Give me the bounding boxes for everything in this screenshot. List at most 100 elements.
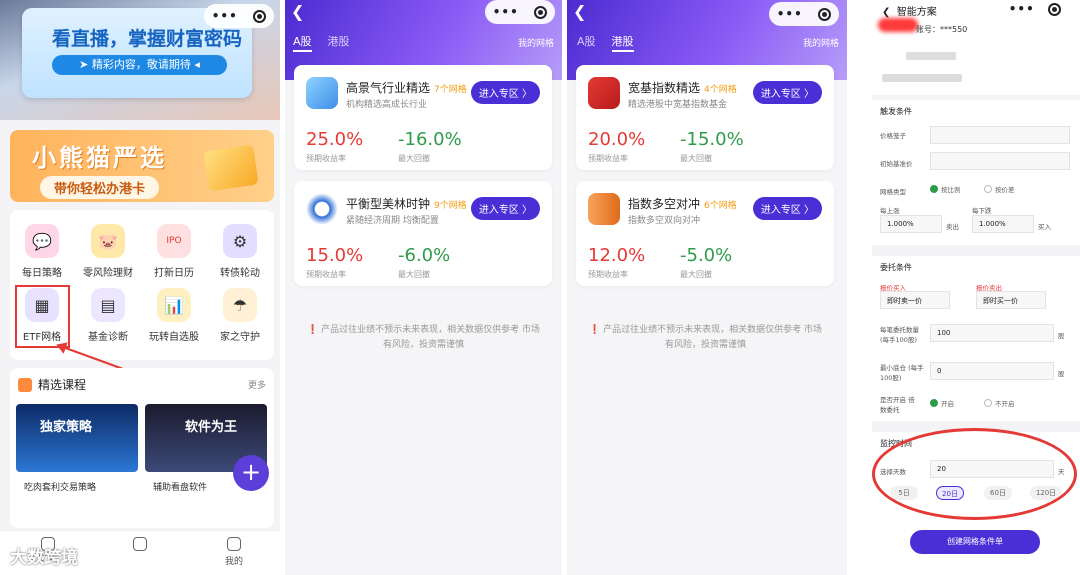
grid-type-label: 网格类型 xyxy=(880,188,906,196)
back-icon[interactable]: ❮ xyxy=(882,7,890,18)
chat-icon: 💬 xyxy=(25,224,59,258)
tab-mine[interactable]: 我的 xyxy=(214,537,254,567)
more-icon[interactable]: ••• xyxy=(212,9,238,23)
grid-item-convertible-rotation[interactable]: ⚙ 转债轮动 xyxy=(210,224,270,279)
strategy-name-text: 指数多空对冲 xyxy=(628,197,701,211)
redacted-name xyxy=(878,18,918,32)
tab-play[interactable] xyxy=(120,537,160,554)
my-grid-link[interactable]: 我的网格 xyxy=(803,36,839,49)
grid-count: 9个网格 xyxy=(434,201,467,211)
buy-price-select[interactable]: 即时卖一价 xyxy=(880,291,950,309)
risk-disclaimer: ❗ 产品过往业绩不预示未来表现，相关数据仅供参考 市场有风险，投资需谨慎 xyxy=(589,325,822,350)
blurred-info xyxy=(882,74,962,82)
tab-a-share[interactable]: A股 xyxy=(577,35,596,48)
chart-icon: 📊 xyxy=(157,288,191,322)
grid-item-label: 转债轮动 xyxy=(220,268,260,279)
rise-input[interactable]: 1.000% xyxy=(880,215,942,233)
close-target-icon[interactable] xyxy=(1048,2,1062,16)
grid-item-fund-diagnosis[interactable]: ▤ 基金诊断 xyxy=(78,288,138,343)
grid-item-daily-strategy[interactable]: 💬 每日策略 xyxy=(12,224,72,279)
back-icon[interactable]: ❮ xyxy=(573,2,586,21)
init-price-input[interactable] xyxy=(930,152,1070,170)
grid-count: 4个网格 xyxy=(704,85,737,95)
enter-zone-button[interactable]: 进入专区 〉 xyxy=(470,197,540,220)
strategy-name: 高景气行业精选 7个网格 xyxy=(346,79,467,96)
radio-by-spread[interactable]: 按价差 xyxy=(984,184,1015,194)
grid-item-label: 基金诊断 xyxy=(88,332,128,343)
smart-plan-panel: ❮ 智能方案 ••• 账号：***550 触发条件 价格笼子 初始基准价 网格类… xyxy=(872,0,1080,575)
trigger-section: 触发条件 价格笼子 初始基准价 网格类型 按比例 按价差 每上涨 每下跌 1.0… xyxy=(872,100,1080,245)
firework-logo-icon xyxy=(588,77,620,109)
strategy-card[interactable]: 平衡型美林时钟 9个网格 紧随经济周期 均衡配置 进入专区 〉 15.0% -6.… xyxy=(294,181,552,286)
price-cage-label: 价格笼子 xyxy=(880,132,906,140)
enter-zone-button[interactable]: 进入专区 〉 xyxy=(752,197,822,220)
course-card-1[interactable]: 独家策略 xyxy=(16,404,138,472)
expected-return-label: 预期收益率 xyxy=(306,270,346,279)
max-drawdown-label: 最大回撤 xyxy=(680,154,712,163)
account-number: 账号：***550 xyxy=(916,25,968,34)
price-cage-input[interactable] xyxy=(930,126,1070,144)
ipo-icon: IPO xyxy=(157,224,191,258)
more-icon[interactable]: ••• xyxy=(1009,2,1035,16)
grid-item-ipo-calendar[interactable]: IPO 打新日历 xyxy=(144,224,204,279)
strategy-name-text: 高景气行业精选 xyxy=(346,81,431,95)
qty-unit: 股 xyxy=(1058,332,1065,340)
risk-disclaimer: ❗ 产品过往业绩不预示未来表现，相关数据仅供参考 市场有风险，投资需谨慎 xyxy=(307,325,540,350)
grid-item-zero-risk[interactable]: 🐷 零风险理财 xyxy=(78,224,138,279)
bar-chart-logo-icon xyxy=(588,193,620,225)
close-target-icon[interactable] xyxy=(818,7,832,21)
tab-hk-share[interactable]: 港股 xyxy=(611,35,634,52)
mini-program-capsule[interactable]: ••• xyxy=(1002,0,1068,20)
fall-input[interactable]: 1.000% xyxy=(972,215,1034,233)
qty-input[interactable]: 100 xyxy=(930,324,1054,342)
banner-subtitle: ➤ 精彩内容，敬请期待 ◂ xyxy=(52,55,227,75)
mini-program-capsule[interactable]: ••• xyxy=(485,0,555,24)
add-button[interactable]: + xyxy=(233,455,269,491)
strategy-name-text: 宽基指数精选 xyxy=(628,81,701,95)
more-icon[interactable]: ••• xyxy=(493,5,519,19)
expected-return: 20.0% xyxy=(588,129,646,150)
tab-mine-label: 我的 xyxy=(224,557,243,567)
expected-return-label: 预期收益率 xyxy=(588,270,628,279)
plan-title-text: 智能方案 xyxy=(896,7,937,18)
strategy-card[interactable]: 宽基指数精选 4个网格 精选港股中宽基指数基金 进入专区 〉 20.0% -15.… xyxy=(576,65,834,170)
strategy-card[interactable]: 高景气行业精选 7个网格 机构精选高成长行业 进入专区 〉 25.0% -16.0… xyxy=(294,65,552,170)
close-target-icon[interactable] xyxy=(534,5,548,19)
more-icon[interactable]: ••• xyxy=(777,7,803,21)
close-target-icon[interactable] xyxy=(253,9,267,23)
courses-more-link[interactable]: 更多 xyxy=(248,378,266,391)
panda-title: 小熊猫严选 xyxy=(32,144,167,172)
min-position-input[interactable]: 0 xyxy=(930,362,1054,380)
radio-on[interactable]: 开启 xyxy=(930,398,954,408)
enter-zone-button[interactable]: 进入专区 〉 xyxy=(470,81,540,104)
course2-title[interactable]: 辅助看盘软件 xyxy=(153,480,207,493)
gear-icon: ⚙ xyxy=(223,224,257,258)
grid-count: 6个网格 xyxy=(704,201,737,211)
radio-icon xyxy=(984,399,992,407)
grid-item-watchlist[interactable]: 📊 玩转自选股 xyxy=(144,288,204,343)
mini-program-capsule[interactable]: ••• xyxy=(769,2,839,26)
grid-item-family-guard[interactable]: ☂ 家之守护 xyxy=(210,288,270,343)
max-drawdown-label: 最大回撤 xyxy=(398,270,430,279)
max-drawdown: -15.0% xyxy=(680,129,744,150)
strategy-name-text: 平衡型美林时钟 xyxy=(346,197,431,211)
panda-banner[interactable]: 小熊猫严选 带你轻松办港卡 xyxy=(10,130,274,202)
course-icon xyxy=(18,377,32,392)
document-icon: ▤ xyxy=(91,288,125,322)
course1-title[interactable]: 吃肉套利交易策略 xyxy=(24,480,96,493)
watermark: 大数跨境 xyxy=(10,548,78,568)
tab-a-share[interactable]: A股 xyxy=(293,35,312,52)
sell-price-select[interactable]: 即时买一价 xyxy=(976,291,1046,309)
tab-hk-share[interactable]: 港股 xyxy=(328,35,350,48)
rise-label: 每上涨 xyxy=(880,207,900,215)
enter-zone-button[interactable]: 进入专区 〉 xyxy=(752,81,822,104)
create-grid-order-button[interactable]: 创建网格条件单 xyxy=(910,530,1040,554)
radio-off[interactable]: 不开启 xyxy=(984,398,1015,408)
mini-program-capsule[interactable]: ••• xyxy=(204,4,274,28)
radio-by-ratio[interactable]: 按比例 xyxy=(930,184,961,194)
back-icon[interactable]: ❮ xyxy=(291,2,304,21)
entrust-heading: 委托条件 xyxy=(880,263,912,272)
strategy-card[interactable]: 指数多空对冲 6个网格 指数多空双向对冲 进入专区 〉 12.0% -5.0% 预… xyxy=(576,181,834,286)
max-drawdown-label: 最大回撤 xyxy=(680,270,712,279)
my-grid-link[interactable]: 我的网格 xyxy=(518,36,554,49)
